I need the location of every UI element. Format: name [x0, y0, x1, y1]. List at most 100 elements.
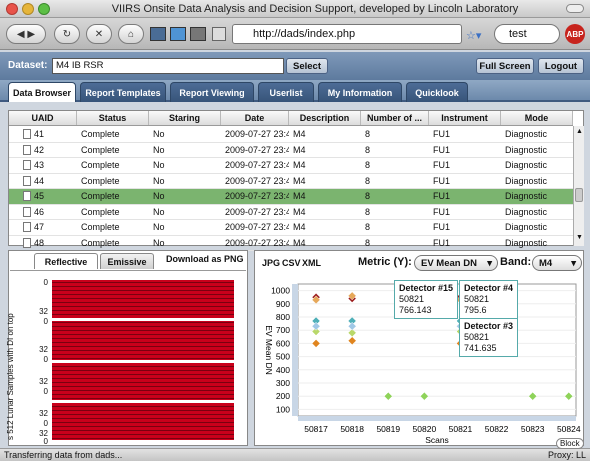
x-axis-label: Scans — [425, 435, 449, 444]
band-label: Band: — [500, 256, 532, 268]
stop-icon[interactable]: ✕ — [86, 24, 112, 44]
tag-icon[interactable] — [190, 27, 206, 41]
uaid-value: 42 — [34, 144, 45, 155]
heatmap-y-tick: 0 — [43, 317, 48, 326]
status-bar: Transferring data from dads... Proxy: LL — [0, 448, 590, 461]
tab-my-information[interactable]: My Information — [318, 82, 402, 102]
table-row[interactable]: 46 Complete No 2009-07-27 23:4 M4 8 FU1 Diagnos… — [9, 205, 573, 220]
csv-link[interactable]: CSV — [282, 258, 301, 268]
heatmap-y-tick: 32 — [39, 409, 48, 418]
screenshot-icon[interactable] — [150, 27, 166, 41]
table-cell: 43 — [9, 160, 77, 171]
table-cell: 47 — [9, 222, 77, 233]
fullscreen-button[interactable]: Full Screen — [476, 58, 534, 74]
heatmap-y-tick: 0 — [43, 355, 48, 364]
table-cell: M4 — [293, 222, 306, 233]
x-tick-label: 50821 — [449, 424, 473, 434]
table-cell: Diagnostic — [505, 160, 548, 171]
table-cell: 2009-07-27 23:4 — [225, 160, 289, 171]
heatmap-band — [52, 414, 234, 415]
table-row[interactable]: 47 Complete No 2009-07-27 23:4 M4 8 FU1 Diagnos… — [9, 220, 573, 236]
table-row[interactable]: 43 Complete No 2009-07-27 23:4 M4 8 FU1 Diagnos… — [9, 158, 573, 174]
column-header[interactable]: Mode — [501, 111, 573, 125]
tab-data-browser[interactable]: Data Browser — [8, 82, 76, 102]
table-cell: 2009-07-27 23:4 — [225, 175, 289, 186]
table-cell: FU1 — [433, 237, 451, 248]
heatmap-band — [52, 394, 234, 395]
table-row[interactable]: 45 Complete No 2009-07-27 23:4 M4 8 FU1 Diagnos… — [9, 189, 573, 205]
reload-icon[interactable]: ↻ — [54, 24, 80, 44]
chevron-down-icon: ▾ — [571, 257, 576, 269]
table-scrollbar[interactable]: ▲ ▼ — [573, 126, 584, 246]
heatmap-band — [52, 358, 234, 359]
heatmap-band — [52, 430, 234, 431]
browser-toolbar: ◀ ▶ ↻ ✕ ⌂ http://dads/index.php ☆▾ test … — [0, 18, 590, 50]
heatmap-band — [52, 410, 234, 411]
table-row[interactable]: 48 Complete No 2009-07-27 23:4 M4 8 FU1 Diagnos… — [9, 236, 573, 251]
scroll-thumb[interactable] — [575, 188, 583, 202]
table-cell: Diagnostic — [505, 206, 548, 217]
heatmap-band — [52, 438, 234, 439]
minimize-window-icon[interactable] — [22, 3, 34, 15]
zoom-window-icon[interactable] — [38, 3, 50, 15]
table-cell: FU1 — [433, 191, 451, 202]
metric-select[interactable]: EV Mean DN ▾ — [414, 255, 498, 271]
window-title: VIIRS Onsite Data Analysis and Decision … — [111, 3, 519, 15]
band-select[interactable]: M4 ▾ — [532, 255, 582, 271]
table-cell: Complete — [81, 160, 120, 171]
y-tick-label: 600 — [276, 338, 290, 348]
data-table: UAID Status Staring Date Description Number o… — [8, 110, 584, 251]
column-header[interactable]: Date — [221, 111, 289, 125]
heatmap-band — [52, 322, 234, 323]
column-header[interactable]: Status — [77, 111, 149, 125]
column-header[interactable]: Staring — [149, 111, 221, 125]
jpg-link[interactable]: JPG — [262, 258, 280, 268]
file-icon — [23, 222, 31, 233]
uaid-value: 41 — [34, 129, 45, 140]
back-forward-buttons[interactable]: ◀ ▶ — [6, 24, 46, 44]
y-axis-label: EV Mean DN — [264, 325, 274, 375]
column-header[interactable]: Instrument — [429, 111, 501, 125]
download-png-link[interactable]: Download as PNG — [166, 254, 244, 264]
table-cell: 8 — [365, 191, 371, 202]
heatmap-band — [52, 350, 234, 351]
table-row[interactable]: 44 Complete No 2009-07-27 23:4 M4 8 FU1 Diagnos… — [9, 174, 573, 189]
bookmark-icon[interactable] — [170, 27, 186, 41]
column-header[interactable]: Description — [289, 111, 361, 125]
y-tick-label: 800 — [276, 312, 290, 322]
tab-report-templates[interactable]: Report Templates — [80, 82, 166, 102]
toolbar-toggle-icon[interactable] — [566, 4, 584, 13]
table-row[interactable]: 42 Complete No 2009-07-27 23:4 M4 8 FU1 Diagnos… — [9, 143, 573, 158]
dataset-input[interactable]: M4 IB RSR — [52, 58, 284, 74]
scroll-up-icon[interactable]: ▲ — [576, 128, 583, 135]
url-field[interactable]: http://dads/index.php — [232, 24, 462, 44]
home-icon[interactable]: ⌂ — [118, 24, 144, 44]
column-header[interactable]: UAID — [9, 111, 77, 125]
xml-link[interactable]: XML — [302, 258, 321, 268]
scroll-down-icon[interactable]: ▼ — [576, 234, 583, 241]
heatmap-y-tick: 0 — [43, 278, 48, 287]
table-cell: 2009-07-27 23:4 — [225, 222, 289, 233]
logout-button[interactable]: Logout — [538, 58, 584, 74]
heatmap-gap — [52, 400, 234, 403]
star-icon[interactable]: ☆▾ — [466, 29, 481, 42]
table-row[interactable]: 41 Complete No 2009-07-27 23:4 M4 8 FU1 Diagnos… — [9, 127, 573, 143]
tab-userlist[interactable]: Userlist — [258, 82, 314, 102]
heatmap-band — [52, 346, 234, 347]
tab-report-viewing[interactable]: Report Viewing — [170, 82, 254, 102]
search-field[interactable]: test — [494, 24, 560, 44]
select-button[interactable]: Select — [286, 58, 328, 74]
close-window-icon[interactable] — [6, 3, 18, 15]
status-text: Transferring data from dads... — [4, 450, 123, 460]
file-icon — [23, 144, 31, 155]
adblock-icon[interactable]: ABP — [565, 24, 585, 44]
x-tick-label: 50824 — [557, 424, 581, 434]
heatmap-y-tick: 32 — [39, 377, 48, 386]
column-header[interactable]: Number of ... — [361, 111, 429, 125]
window-title-bar: VIIRS Onsite Data Analysis and Decision … — [0, 0, 590, 18]
tab-quicklook[interactable]: Quicklook — [406, 82, 468, 102]
block-badge[interactable]: Block — [556, 438, 584, 449]
tab-emissive[interactable]: Emissive — [100, 253, 154, 269]
tab-reflective[interactable]: Reflective — [34, 253, 98, 269]
detector-tooltip: Detector #4 50821 795.6 — [459, 280, 519, 319]
